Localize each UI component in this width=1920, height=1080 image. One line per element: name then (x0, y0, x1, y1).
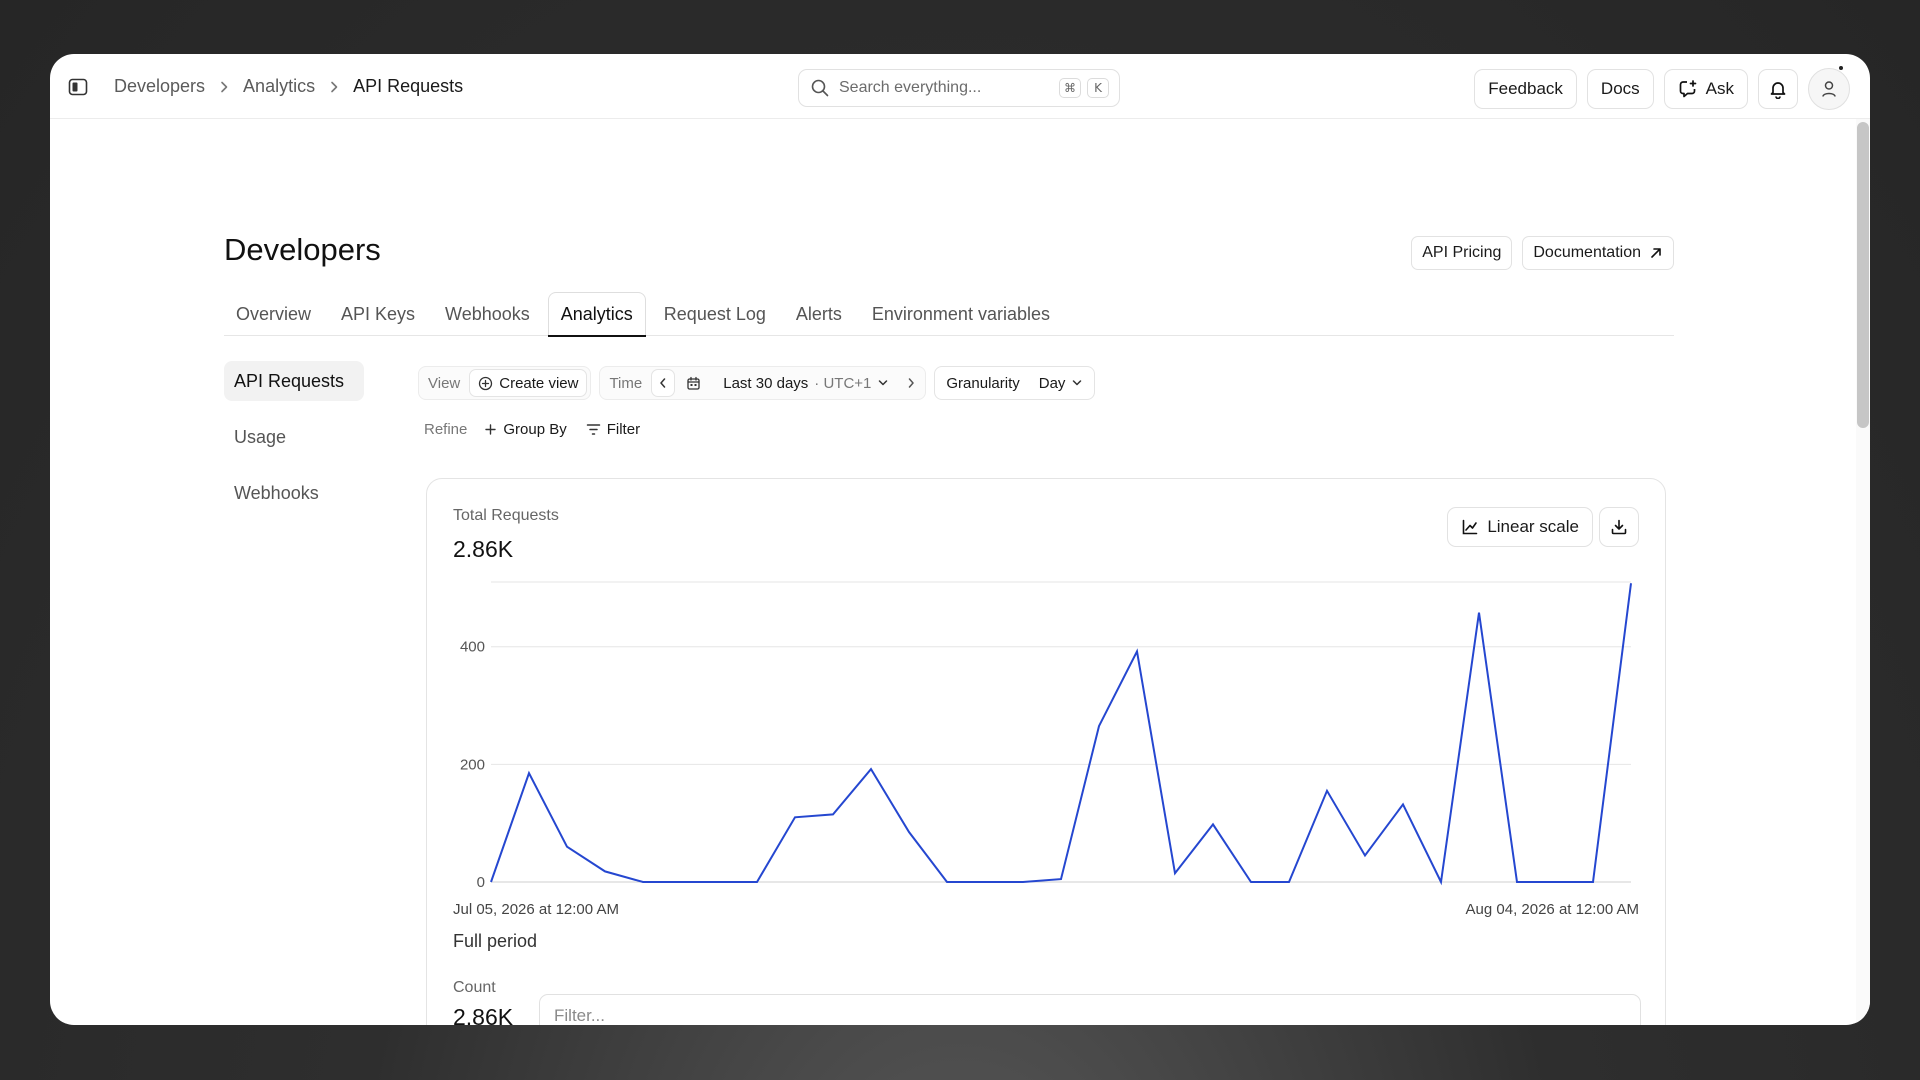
tab-webhooks[interactable]: Webhooks (433, 292, 542, 336)
group-by-label: Group By (503, 420, 567, 438)
tab-bar: Overview API Keys Webhooks Analytics Req… (224, 292, 1674, 337)
granularity-value: Day (1038, 374, 1066, 392)
bell-icon (1768, 79, 1788, 99)
search-icon (811, 79, 829, 97)
shortcut-k-key: K (1087, 78, 1109, 98)
previous-period-button[interactable] (651, 369, 676, 397)
total-requests-card: Total Requests 2.86K Linear scale 0 200 40… (426, 478, 1666, 1025)
time-group: Time Last 30 days · UTC+1 (599, 366, 927, 400)
ask-button[interactable]: Ask (1663, 69, 1748, 109)
tab-alerts[interactable]: Alerts (784, 292, 854, 336)
page-title: Developers (224, 232, 381, 267)
refine-label: Refine (424, 420, 468, 438)
top-actions: Feedback Docs Ask (1474, 66, 1850, 110)
refine-toolbar: Refine Group By Filter (418, 412, 649, 446)
docs-button[interactable]: Docs (1586, 69, 1654, 109)
chevron-down-icon (1071, 378, 1083, 388)
search-box[interactable]: ⌘ K (798, 69, 1120, 107)
app-window: Developers Analytics API Requests ⌘ K Fe… (50, 54, 1870, 1025)
header-actions: API Pricing Documentation (1411, 236, 1674, 270)
breadcrumb-developers[interactable]: Developers (114, 76, 205, 97)
chart-end-date: Aug 04, 2026 at 12:00 AM (1465, 901, 1639, 918)
user-icon (1821, 80, 1837, 98)
api-pricing-label: API Pricing (1422, 244, 1502, 261)
documentation-button[interactable]: Documentation (1522, 236, 1674, 270)
docs-label: Docs (1600, 79, 1640, 98)
sidebar-toggle-icon[interactable] (68, 78, 88, 96)
breadcrumb-api-requests: API Requests (353, 76, 464, 96)
period-label: Full period (453, 931, 538, 951)
chevron-right-icon (315, 81, 353, 93)
plus-icon (484, 423, 497, 436)
feedback-label: Feedback (1488, 79, 1563, 98)
tab-analytics[interactable]: Analytics (547, 292, 646, 337)
top-bar: Developers Analytics API Requests ⌘ K Fe… (50, 54, 1870, 119)
create-view-button[interactable]: Create view (469, 369, 588, 397)
y-tick-label: 0 (477, 874, 485, 891)
next-period-button[interactable] (900, 369, 922, 397)
external-link-icon (1649, 246, 1663, 260)
avatar-status-dot (1839, 66, 1843, 70)
shortcut-cmd-key: ⌘ (1059, 78, 1081, 98)
count-label: Count (453, 979, 496, 996)
api-pricing-button[interactable]: API Pricing (1411, 236, 1513, 270)
total-requests-chart: 0 200 400 (460, 581, 1632, 891)
chart-start-date: Jul 05, 2026 at 12:00 AM (453, 901, 619, 918)
tab-environment-variables[interactable]: Environment variables (860, 292, 1062, 336)
create-view-label: Create view (499, 374, 579, 392)
filter-label: Filter (606, 420, 641, 438)
granularity-group: Granularity Day (934, 366, 1096, 400)
subnav-item-api-requests[interactable]: API Requests (224, 361, 364, 401)
calendar-icon (686, 376, 701, 391)
ask-chat-icon (1678, 79, 1698, 99)
filter-icon (586, 423, 601, 436)
tab-request-log[interactable]: Request Log (652, 292, 778, 336)
filter-button[interactable]: Filter (578, 415, 648, 443)
view-label: View (428, 374, 461, 392)
chevron-right-icon (906, 377, 916, 389)
chevron-left-icon (658, 377, 668, 389)
timezone-label: · UTC+1 (814, 374, 872, 392)
search-input[interactable] (839, 79, 1053, 97)
date-range-picker[interactable]: Last 30 days · UTC+1 (678, 369, 897, 397)
y-tick-label: 200 (460, 756, 485, 773)
date-range-label: Last 30 days (723, 374, 809, 392)
breadcrumb-analytics[interactable]: Analytics (243, 76, 315, 97)
granularity-select[interactable]: Day (1031, 369, 1092, 397)
scrollbar-thumb[interactable] (1857, 122, 1869, 428)
notifications-button[interactable] (1758, 69, 1798, 109)
group-by-button[interactable]: Group By (476, 415, 574, 443)
chevron-right-icon (205, 81, 243, 93)
ask-label: Ask (1705, 79, 1734, 98)
tab-overview[interactable]: Overview (224, 292, 323, 336)
granularity-label: Granularity (946, 374, 1020, 392)
subnav-item-webhooks[interactable]: Webhooks (224, 473, 364, 513)
time-label: Time (609, 374, 643, 392)
series-line (490, 583, 1632, 886)
y-tick-label: 400 (460, 639, 485, 656)
count-value: 2.86K (453, 1004, 514, 1025)
feedback-button[interactable]: Feedback (1474, 69, 1577, 109)
plus-circle-icon (478, 376, 493, 391)
subnav-item-usage[interactable]: Usage (224, 417, 364, 457)
avatar[interactable] (1808, 66, 1850, 110)
view-time-toolbar: View Create view Time Last 30 days · UTC… (418, 366, 1096, 400)
refine-group: Refine Group By Filter (418, 412, 649, 446)
filter-input[interactable] (539, 994, 1641, 1025)
breadcrumb: Developers Analytics API Requests (114, 54, 463, 119)
analytics-subnav: API Requests Usage Webhooks (224, 361, 364, 529)
chevron-down-icon (877, 378, 889, 388)
view-group: View Create view (418, 366, 592, 400)
tab-api-keys[interactable]: API Keys (329, 292, 427, 336)
documentation-label: Documentation (1533, 244, 1641, 261)
